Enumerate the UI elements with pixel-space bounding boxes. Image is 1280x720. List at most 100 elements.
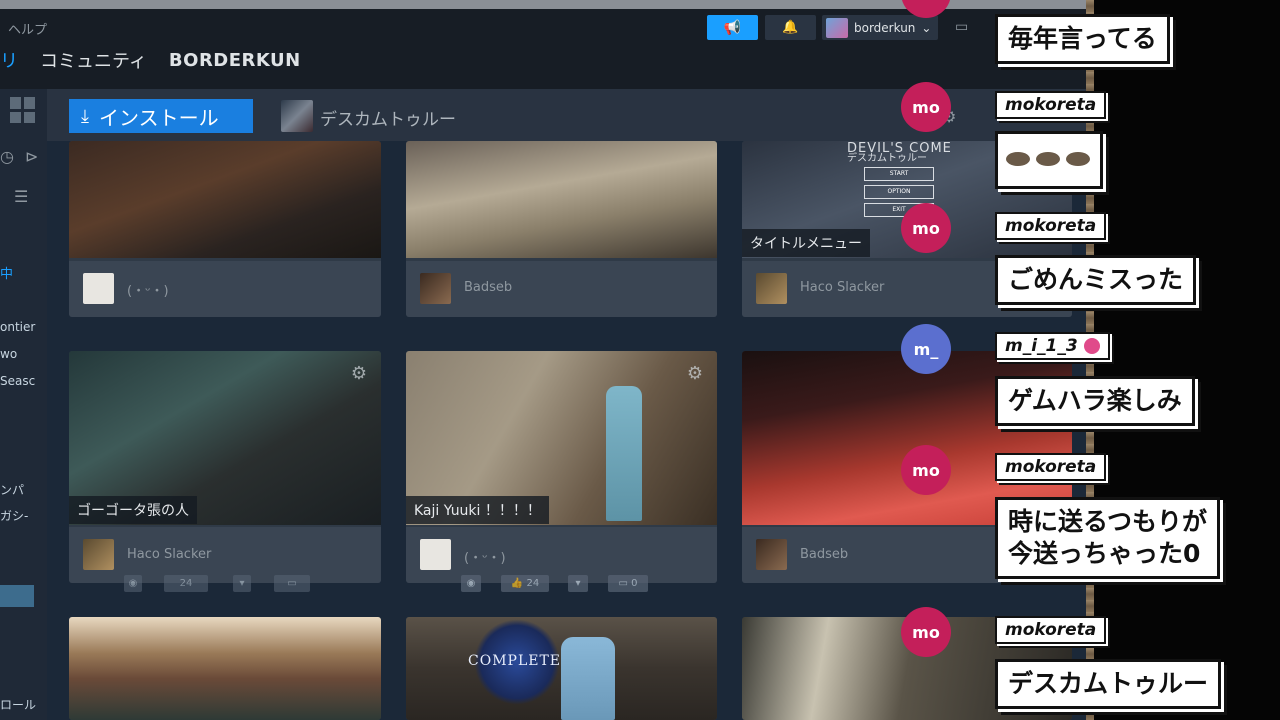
chat-emote-message xyxy=(995,131,1103,189)
screenshot-image[interactable]: COMPLETE xyxy=(406,617,717,720)
card-footer: Haco Slacker xyxy=(69,527,381,583)
emote-icon xyxy=(1036,152,1060,166)
screenshot-card[interactable]: ⚙ ゴーゴータ張の人 Haco Slacker xyxy=(69,351,381,583)
chevron-down-icon: ⌄ xyxy=(921,20,932,35)
gear-icon[interactable]: ⚙ xyxy=(687,363,703,384)
game-thumbnail[interactable] xyxy=(281,100,313,132)
chat-user-bubble: mo xyxy=(901,607,951,657)
filter-icon[interactable]: ☰ xyxy=(14,187,28,206)
account-menu[interactable]: borderkun ⌄ xyxy=(822,15,938,40)
user-avatar[interactable] xyxy=(756,539,787,570)
install-label: インストール xyxy=(98,105,219,130)
screenshot-image[interactable] xyxy=(406,141,717,258)
thumbs-up-icon: 👍 xyxy=(510,578,524,589)
screenshot-card[interactable] xyxy=(69,617,381,720)
user-name[interactable]: Haco Slacker xyxy=(800,280,884,295)
complete-text: COMPLETE xyxy=(468,653,562,669)
chat-message: 毎年言ってる xyxy=(995,14,1170,64)
emote-row xyxy=(1006,152,1092,166)
bell-icon: 🔔 xyxy=(782,20,799,35)
user-avatar[interactable] xyxy=(420,539,451,570)
chat-username: mokoreta xyxy=(995,212,1107,240)
chat-username-text: m_i_1_3 xyxy=(1005,336,1078,356)
screenshot-image[interactable] xyxy=(69,141,381,258)
chat-user-bubble: mo xyxy=(901,445,951,495)
gear-icon[interactable]: ⚙ xyxy=(351,363,367,384)
sidebar-item[interactable]: ロール xyxy=(0,696,36,713)
sidebar-item[interactable]: ontier xyxy=(0,320,35,334)
award-icon[interactable]: ◉ xyxy=(461,575,481,592)
right-black-area xyxy=(1094,0,1280,720)
user-name[interactable]: Badseb xyxy=(800,547,848,562)
chat-username: mokoreta xyxy=(995,616,1107,644)
card-footer: Badseb xyxy=(406,261,717,317)
tab-library[interactable]: リ xyxy=(0,47,18,73)
screenshot-card[interactable]: Badseb xyxy=(406,141,717,317)
notifications-button[interactable]: 🔔 xyxy=(765,15,816,40)
clock-icon[interactable]: ◷ xyxy=(0,147,14,166)
sidebar-item[interactable]: Seasc xyxy=(0,374,35,388)
comment-icon: ▭ xyxy=(618,578,628,589)
user-avatar[interactable] xyxy=(420,273,451,304)
announcements-button[interactable]: 📢 xyxy=(707,15,758,40)
tab-community[interactable]: コミュニティ xyxy=(40,47,147,73)
sidebar-item[interactable]: wo xyxy=(0,347,17,361)
award-icon[interactable]: ◉ xyxy=(124,575,142,592)
screenshot-card[interactable]: ⚙ Kaji Yuuki ！！！！ (・ᵕ・) xyxy=(406,351,717,583)
chat-message: ゲムハラ楽しみ xyxy=(995,376,1195,426)
user-name[interactable]: Haco Slacker xyxy=(127,547,211,562)
game-title: デスカムトゥルー xyxy=(320,110,456,130)
screenshot-caption: ゴーゴータ張の人 xyxy=(69,496,197,524)
install-button[interactable]: ⤓ インストール xyxy=(69,99,253,133)
thumbs-down-icon[interactable]: ▾ xyxy=(233,575,251,592)
character-figure xyxy=(561,637,615,720)
chat-message: ごめんミスった xyxy=(995,255,1197,305)
sidebar-section-in-progress: 中 xyxy=(0,267,14,282)
chat-username: mokoreta xyxy=(995,453,1107,481)
like-count-value: 24 xyxy=(526,578,540,589)
main-nav: リ コミュニティ BORDERKUN xyxy=(0,47,301,73)
steam-header: ヘルプ リ コミュニティ BORDERKUN 📢 🔔 borderkun ⌄ ▭ xyxy=(0,9,1090,89)
sidebar-item[interactable]: ンパ xyxy=(0,481,24,498)
chat-message: デスカムトゥルー xyxy=(995,659,1222,709)
user-name[interactable]: Badseb xyxy=(464,280,512,295)
chat-user-bubble: mo xyxy=(901,203,951,253)
sidebar-selected-item[interactable] xyxy=(0,585,34,607)
user-name[interactable]: (・ᵕ・) xyxy=(127,280,169,299)
chat-user-bubble: m_ xyxy=(901,324,951,374)
emote-icon xyxy=(1066,152,1090,166)
screenshot-card[interactable]: (・ᵕ・) xyxy=(69,141,381,317)
badge-icon xyxy=(1083,338,1100,354)
user-avatar[interactable] xyxy=(83,539,114,570)
screenshot-caption: タイトルメニュー xyxy=(742,229,870,257)
play-icon[interactable]: ⊳ xyxy=(25,147,38,166)
chat-username: m_i_1_3 xyxy=(995,332,1110,360)
library-sidebar: ◷ ⊳ ☰ 中 ontier wo Seasc ンパ ガシ- ロール xyxy=(0,89,47,720)
chat-message: 時に送るつもりが 今送っちゃった0 xyxy=(995,497,1221,579)
user-avatar[interactable] xyxy=(756,273,787,304)
comment-count-value: 0 xyxy=(631,578,638,589)
download-icon: ⤓ xyxy=(81,105,89,127)
comment-icon[interactable]: ▭ xyxy=(274,575,310,592)
user-avatar[interactable] xyxy=(83,273,114,304)
grid-view-icon[interactable] xyxy=(10,97,36,123)
avatar xyxy=(826,17,848,38)
screenshot-card[interactable]: COMPLETE xyxy=(406,617,717,720)
megaphone-icon: 📢 xyxy=(723,19,742,36)
like-count[interactable]: 👍 24 xyxy=(501,575,549,592)
card-footer: (・ᵕ・) xyxy=(406,527,717,583)
screenshot-caption: Kaji Yuuki ！！！！ xyxy=(406,496,549,524)
user-name[interactable]: (・ᵕ・) xyxy=(464,547,506,566)
screenshot-image[interactable] xyxy=(69,617,381,720)
account-name: borderkun xyxy=(854,20,916,35)
comment-count[interactable]: ▭ 0 xyxy=(608,575,648,592)
tab-user[interactable]: BORDERKUN xyxy=(169,50,301,71)
help-menu[interactable]: ヘルプ xyxy=(8,19,47,38)
like-count-faint[interactable]: 24 xyxy=(164,575,208,592)
monitor-icon[interactable]: ▭ xyxy=(955,19,968,35)
chat-user-bubble: mo xyxy=(901,82,951,132)
menu-start-button: START xyxy=(864,167,934,181)
sidebar-item[interactable]: ガシ- xyxy=(0,507,28,524)
thumbs-down-icon[interactable]: ▾ xyxy=(568,575,588,592)
menu-logo-sub: デスカムトゥルー xyxy=(847,153,927,164)
